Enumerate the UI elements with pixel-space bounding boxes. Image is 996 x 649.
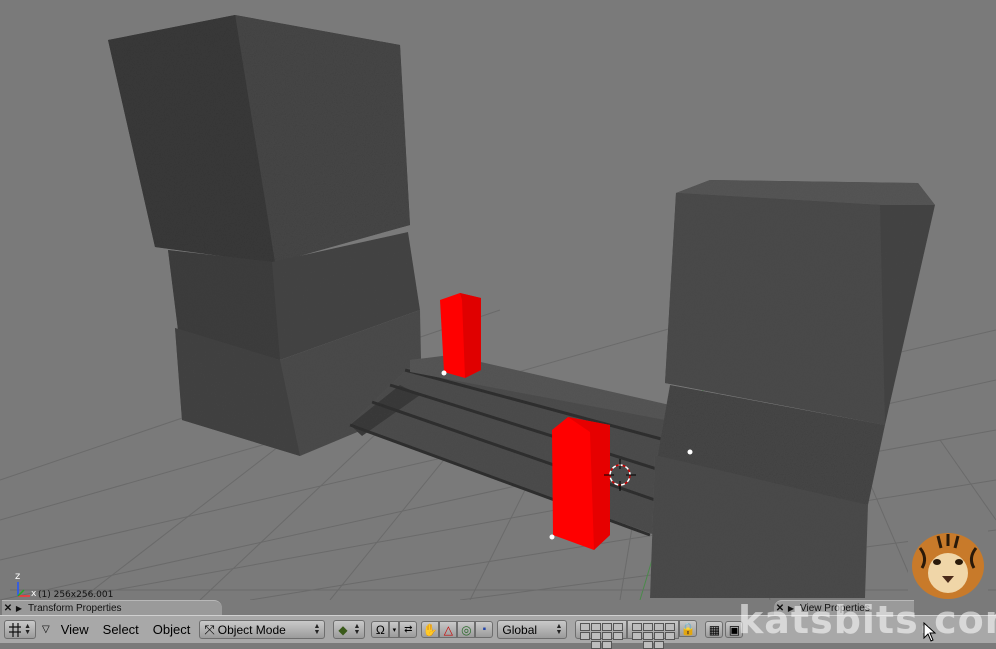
watermark: katsbits.com: [738, 598, 996, 642]
ring-icon: ◎: [461, 622, 472, 637]
lock-icon: 🔒: [680, 621, 696, 636]
orientation-label: Global: [502, 622, 538, 637]
rotate-toggle[interactable]: ◎: [457, 621, 476, 638]
pivot-select[interactable]: Ω: [371, 621, 390, 638]
coord-readout: (1) 256x256.001: [38, 590, 114, 600]
selected-block-front: [552, 417, 610, 550]
lock-button[interactable]: 🔒: [679, 620, 698, 637]
translate-toggle[interactable]: △: [439, 621, 458, 638]
triangle-icon: △: [443, 622, 453, 637]
expand-icon[interactable]: ▶: [14, 604, 24, 613]
pivot-arrows[interactable]: ▾: [389, 621, 400, 638]
axis-z-label: z: [15, 571, 21, 582]
tiger-logo: [908, 528, 988, 600]
layers-group-1[interactable]: [575, 620, 628, 649]
mouse-cursor-icon: [923, 622, 937, 642]
origin-point: [687, 449, 693, 455]
close-icon[interactable]: ✕: [2, 603, 14, 614]
hand-icon: ✋: [422, 622, 438, 637]
window-type-select[interactable]: ▲ ▼: [4, 620, 36, 639]
mode-select[interactable]: ⤧ Object Mode ▲ ▼: [199, 620, 326, 639]
snap-button[interactable]: ⇄: [399, 621, 418, 638]
viewport-scene: [0, 0, 996, 600]
menu-select[interactable]: Select: [96, 622, 146, 637]
menu-collapse-icon[interactable]: ▽: [42, 624, 50, 635]
layers-group-2[interactable]: [627, 620, 680, 649]
menu-view[interactable]: View: [54, 622, 96, 637]
render-icon: ▦: [708, 622, 721, 637]
draw-type-select[interactable]: ◆ ▲ ▼: [333, 620, 366, 639]
pivot-icon: Ω: [375, 622, 385, 637]
origin-point: [441, 370, 447, 376]
render-button[interactable]: ▦: [705, 621, 724, 638]
menu-object[interactable]: Object: [146, 622, 198, 637]
scale-toggle[interactable]: ▪: [475, 621, 494, 638]
transform-properties-panel[interactable]: ✕ ▶ Transform Properties: [2, 600, 222, 615]
origin-point: [549, 534, 555, 540]
panel-title: Transform Properties: [28, 602, 122, 614]
mode-label: Object Mode: [217, 622, 286, 637]
square-icon: ▪: [482, 624, 487, 635]
selected-block-back: [440, 293, 481, 378]
object-mode-icon: ⤧: [204, 621, 215, 637]
manipulator-toggle[interactable]: ✋: [421, 621, 440, 638]
snap-icon: ⇄: [404, 624, 413, 635]
orientation-select[interactable]: Global ▲ ▼: [497, 620, 568, 639]
grid-icon: [9, 622, 22, 637]
axis-x-label: x: [31, 589, 37, 599]
3d-viewport[interactable]: z x (1) 256x256.001: [0, 0, 996, 600]
solid-cube-icon: ◆: [338, 622, 348, 637]
